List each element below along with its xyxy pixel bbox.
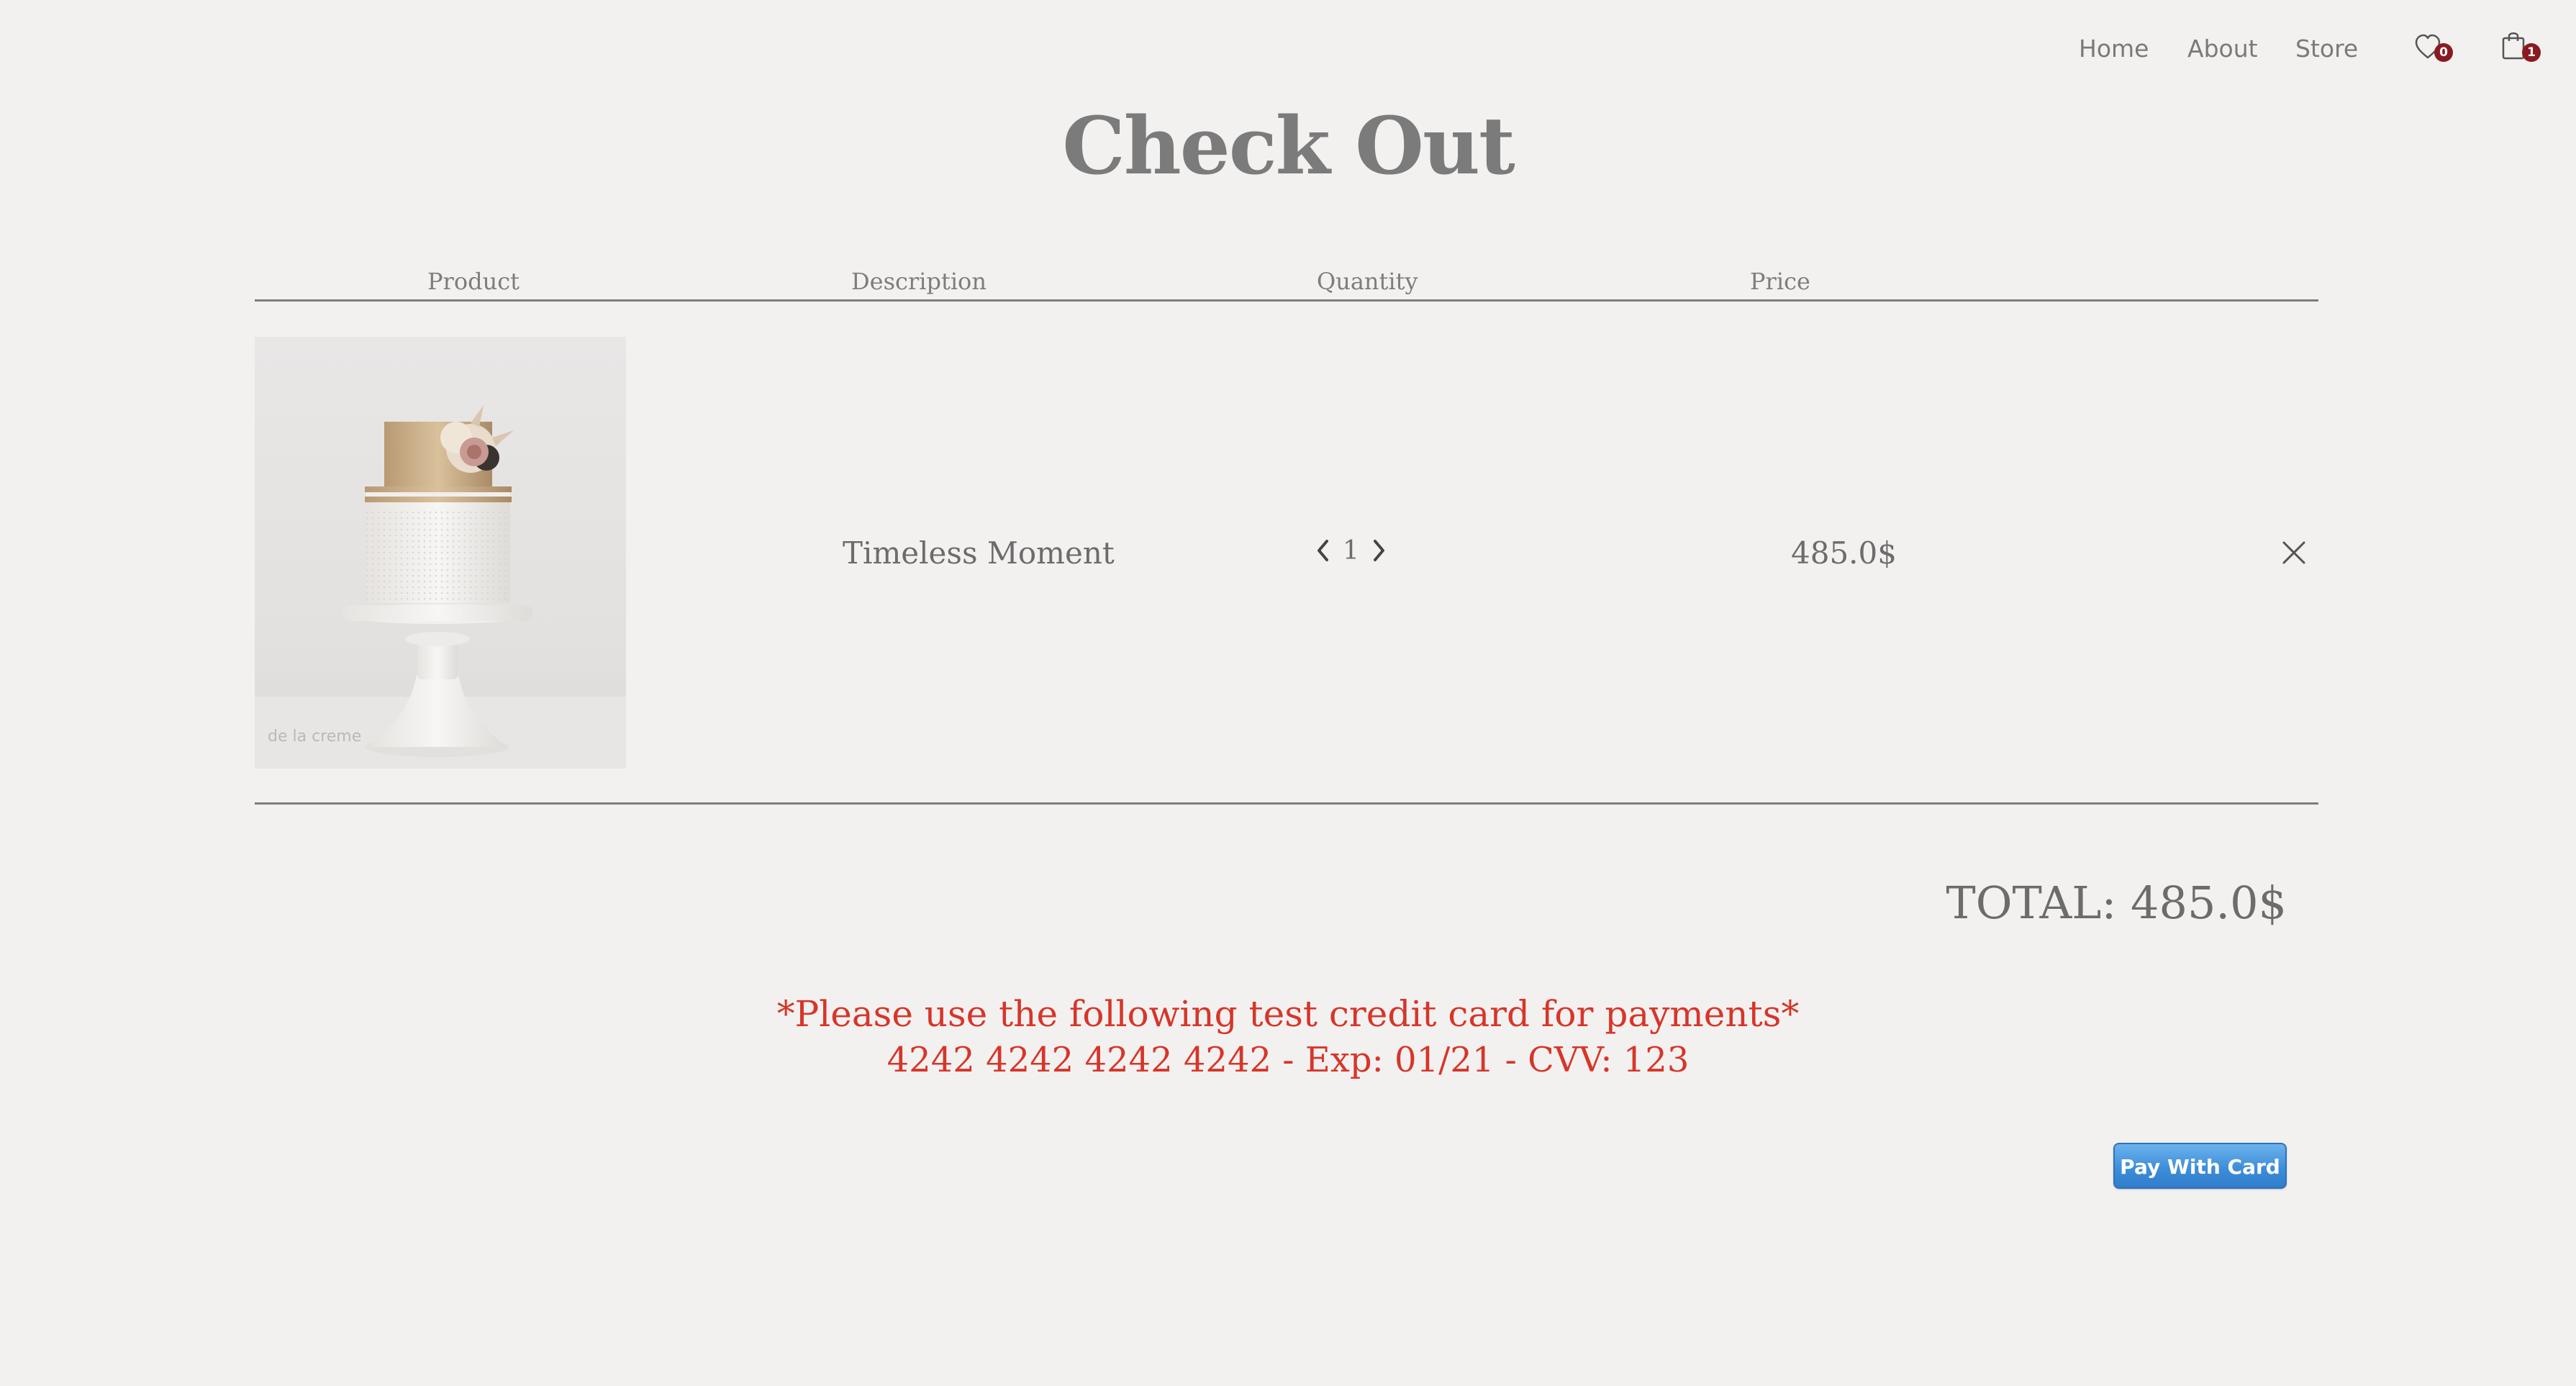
wedding-cake-image: de la creme [255, 405, 626, 769]
top-nav: Home About Store 0 1 [0, 29, 2576, 72]
pay-with-card-button[interactable]: Pay With Card [2113, 1143, 2287, 1189]
test-card-notice: *Please use the following test credit ca… [776, 993, 1800, 1035]
cart-button[interactable]: 1 [2497, 29, 2541, 72]
image-watermark: de la creme [268, 728, 361, 746]
wishlist-count-badge: 0 [2434, 43, 2453, 62]
product-image: de la creme [255, 337, 626, 769]
cart-table-header: Product Description Quantity Price [255, 268, 2318, 302]
nav-home-link[interactable]: Home [2079, 35, 2149, 63]
nav-store-link[interactable]: Store [2295, 35, 2358, 63]
nav-about-link[interactable]: About [2187, 35, 2258, 63]
chevron-left-icon [1318, 540, 1328, 561]
increase-quantity-button[interactable] [1368, 533, 1389, 569]
header-price: Price [1750, 268, 1810, 295]
page-title: Check Out [1062, 99, 1515, 192]
item-name: Timeless Moment [843, 535, 1115, 571]
cart-count-badge: 1 [2522, 43, 2541, 62]
item-price: 485.0$ [1791, 535, 1897, 571]
cart-item-row: de la creme Timeless Moment 1 485.0$ [255, 337, 2318, 769]
header-product: Product [427, 268, 520, 295]
header-description: Description [851, 268, 987, 295]
test-card-details: 4242 4242 4242 4242 - Exp: 01/21 - CVV: … [886, 1040, 1690, 1080]
quantity-stepper: 1 [1312, 533, 1389, 569]
header-quantity: Quantity [1317, 268, 1418, 295]
quantity-value: 1 [1343, 535, 1359, 566]
row-divider [255, 802, 2318, 805]
chevron-right-icon [1373, 540, 1384, 561]
wishlist-button[interactable]: 0 [2411, 29, 2454, 72]
remove-item-button[interactable] [2281, 540, 2307, 566]
cart-total: TOTAL: 485.0$ [1946, 877, 2287, 929]
close-icon [2282, 541, 2305, 564]
decrease-quantity-button[interactable] [1312, 533, 1334, 569]
